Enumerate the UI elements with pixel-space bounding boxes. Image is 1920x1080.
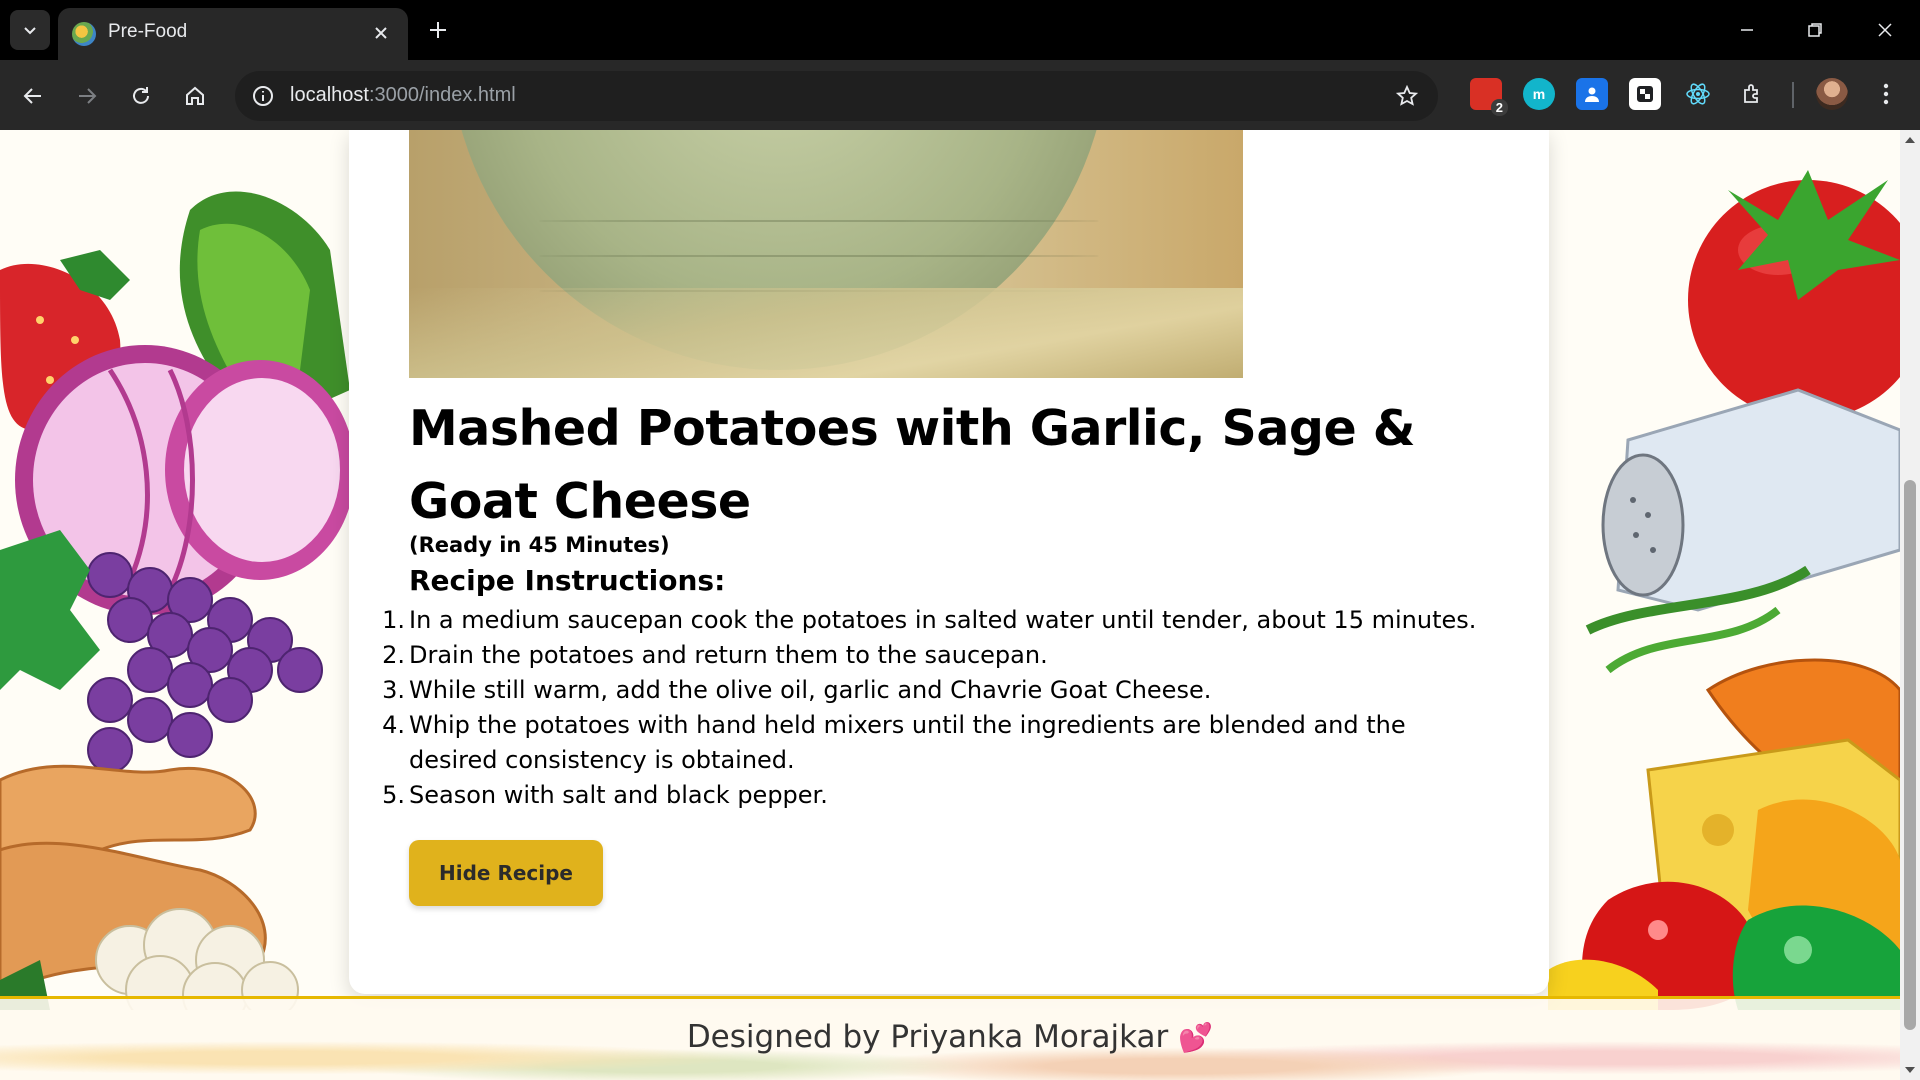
step-text: Season with salt and black pepper. xyxy=(409,781,828,809)
recipe-card: Mashed Potatoes with Garlic, Sage & Goat… xyxy=(349,130,1549,994)
footer-credit-text: Designed by Priyanka Morajkar xyxy=(686,1019,1169,1055)
grid-icon xyxy=(1637,86,1653,102)
footer-credit: Designed by Priyanka Morajkar 💕 xyxy=(0,1019,1900,1055)
info-icon xyxy=(253,86,273,106)
instructions-list: 1. In a medium saucepan cook the potatoes… xyxy=(382,603,1499,813)
extensions-menu-button[interactable] xyxy=(1737,78,1769,110)
browser-tab[interactable]: Pre-Food xyxy=(58,8,408,60)
arrow-left-icon xyxy=(23,88,41,104)
restore-button[interactable] xyxy=(1792,10,1838,50)
step-number: 1. xyxy=(382,606,405,634)
heart-icon: 💕 xyxy=(1178,1021,1214,1054)
more-vertical-icon xyxy=(1883,83,1889,105)
tab-close-button[interactable] xyxy=(368,20,394,46)
close-icon xyxy=(375,27,387,39)
bookmark-button[interactable] xyxy=(1392,81,1422,111)
address-bar[interactable]: localhost:3000/index.html xyxy=(235,71,1438,121)
vegetables-right-illustration xyxy=(1548,170,1900,1010)
instruction-step: 1. In a medium saucepan cook the potatoes… xyxy=(382,603,1499,638)
page-viewport: Mashed Potatoes with Garlic, Sage & Goat… xyxy=(0,130,1900,1080)
step-text: In a medium saucepan cook the potatoes i… xyxy=(409,606,1477,634)
instruction-step: 2. Drain the potatoes and return them to … xyxy=(382,638,1499,673)
back-button[interactable] xyxy=(13,76,53,116)
step-text: Drain the potatoes and return them to th… xyxy=(409,641,1048,669)
close-window-button[interactable] xyxy=(1862,10,1908,50)
url-path: :3000/index.html xyxy=(368,84,516,106)
browser-tab-bar: Pre-Food xyxy=(0,0,1920,60)
step-text: Whip the potatoes with hand held mixers … xyxy=(409,711,1406,774)
url-host: localhost xyxy=(290,84,369,106)
page-footer: Designed by Priyanka Morajkar 💕 xyxy=(0,996,1900,1080)
plus-icon xyxy=(430,22,446,38)
home-icon xyxy=(186,86,204,105)
home-button[interactable] xyxy=(175,76,215,116)
star-icon xyxy=(1396,85,1418,106)
extension-translate-icon[interactable] xyxy=(1629,78,1661,110)
ready-time: (Ready in 45 Minutes) xyxy=(409,533,670,557)
browser-toolbar: localhost:3000/index.html 2 m xyxy=(0,60,1920,130)
recipe-title: Mashed Potatoes with Garlic, Sage & Goat… xyxy=(409,400,1416,530)
tab-search-button[interactable] xyxy=(10,10,50,50)
step-number: 4. xyxy=(382,711,405,739)
step-number: 5. xyxy=(382,781,405,809)
instruction-step: 3. While still warm, add the olive oil, g… xyxy=(382,673,1499,708)
step-text: While still warm, add the olive oil, gar… xyxy=(409,676,1212,704)
recipe-photo xyxy=(409,130,1243,378)
instruction-step: 4. Whip the potatoes with hand held mixer… xyxy=(382,708,1499,778)
page-scrollbar[interactable] xyxy=(1900,130,1920,1080)
napkin-illustration xyxy=(409,288,1243,378)
extension-badge: 2 xyxy=(1490,99,1508,116)
forward-button[interactable] xyxy=(67,76,107,116)
person-icon xyxy=(1585,87,1599,102)
close-icon xyxy=(1878,23,1892,37)
bowl-ridge xyxy=(539,220,1099,222)
react-icon xyxy=(1686,83,1710,105)
toolbar-divider xyxy=(1792,82,1794,108)
step-number: 2. xyxy=(382,641,405,669)
tab-title: Pre-Food xyxy=(108,21,188,42)
site-info-button[interactable] xyxy=(245,78,281,114)
extension-m-label: m xyxy=(1532,86,1546,102)
extension-red-icon[interactable]: 2 xyxy=(1470,78,1508,116)
bowl-ridge xyxy=(539,255,1099,257)
minimize-button[interactable] xyxy=(1724,10,1770,50)
restore-icon xyxy=(1808,23,1822,37)
profile-avatar[interactable] xyxy=(1816,78,1848,110)
reload-button[interactable] xyxy=(121,76,161,116)
minimize-icon xyxy=(1741,29,1753,31)
reload-icon xyxy=(133,87,149,104)
puzzle-icon xyxy=(1744,84,1758,103)
extension-contacts-icon[interactable] xyxy=(1576,78,1608,110)
favicon-icon xyxy=(72,22,96,46)
url-text: localhost:3000/index.html xyxy=(290,84,516,107)
instruction-step: 5. Season with salt and black pepper. xyxy=(382,778,1499,813)
scrollbar-thumb[interactable] xyxy=(1904,480,1916,1030)
browser-menu-button[interactable] xyxy=(1870,78,1902,110)
scroll-up-arrow-icon[interactable] xyxy=(1904,134,1916,146)
chevron-down-icon xyxy=(24,27,36,35)
extension-react-icon[interactable] xyxy=(1682,78,1714,110)
new-tab-button[interactable] xyxy=(420,12,456,48)
instructions-heading: Recipe Instructions: xyxy=(409,564,726,597)
vegetables-left-illustration xyxy=(0,191,350,1010)
hide-recipe-button[interactable]: Hide Recipe xyxy=(409,840,603,906)
extension-m-icon[interactable]: m xyxy=(1523,78,1555,110)
arrow-right-icon xyxy=(79,88,97,104)
step-number: 3. xyxy=(382,676,405,704)
scroll-down-arrow-icon[interactable] xyxy=(1904,1064,1916,1076)
